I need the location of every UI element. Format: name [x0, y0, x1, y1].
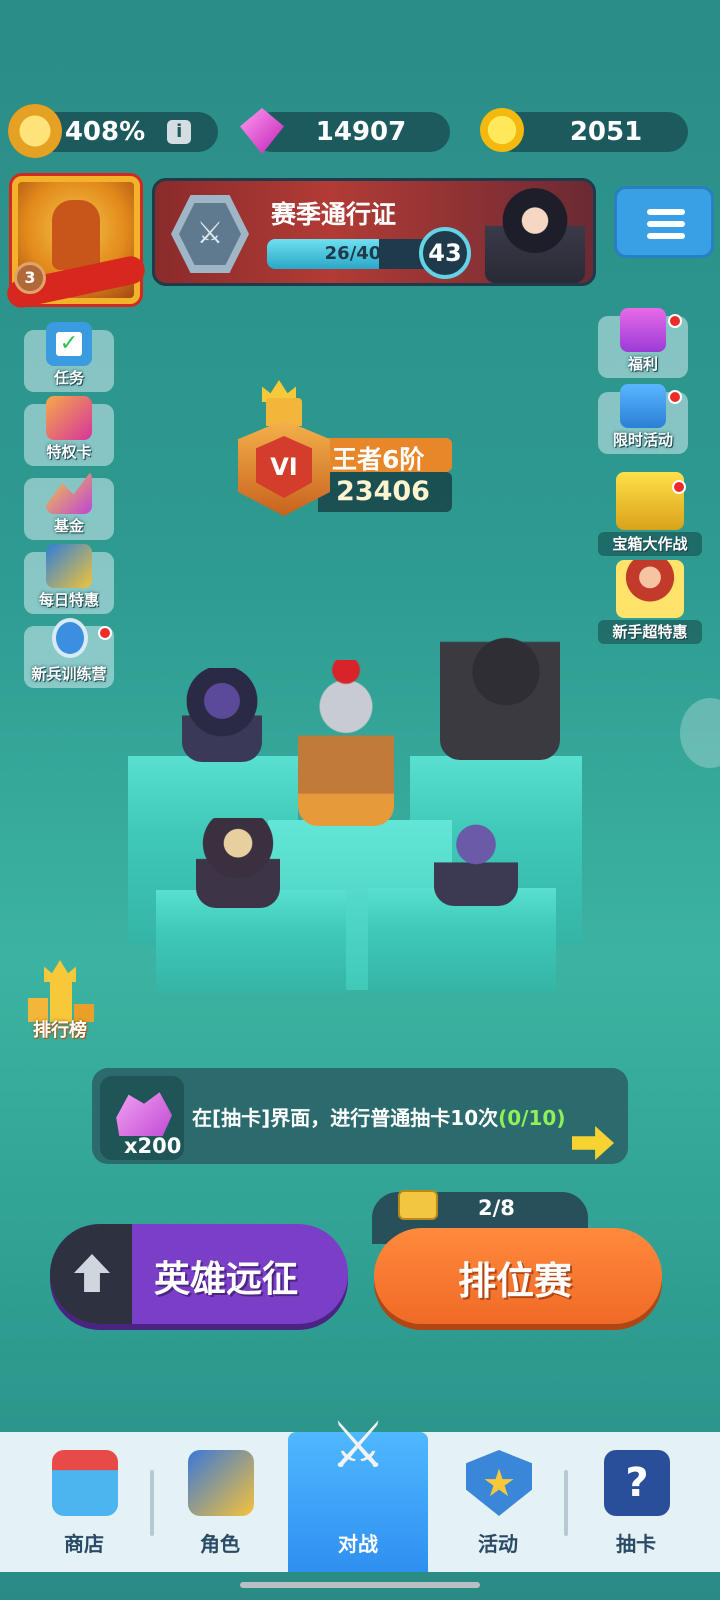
ranked-match-button[interactable]: 排位赛 — [374, 1228, 662, 1324]
star-shield-icon: ★ — [466, 1450, 532, 1516]
goblin-hero[interactable] — [434, 818, 518, 906]
vip-card-icon — [46, 396, 92, 440]
notification-dot — [668, 390, 682, 404]
nav-gacha-label: 抽卡 — [616, 1532, 656, 1556]
gem-chart-icon — [46, 470, 92, 514]
clipboard-check-icon: ✓ — [46, 322, 92, 366]
quest-text: 在[抽卡]界面，进行普通抽卡10次(0/10) — [192, 1102, 565, 1131]
newbie-deal-label: 新手超特惠 — [598, 620, 702, 644]
pass-title: 赛季通行证 — [271, 200, 397, 229]
gems-value: 14907 — [315, 117, 407, 147]
expedition-label: 英雄远征 — [154, 1259, 299, 1300]
welfare-button[interactable]: 福利 — [598, 308, 688, 378]
assassin-hero[interactable] — [196, 818, 280, 908]
hamburger-line — [647, 221, 685, 227]
treasure-gift-icon — [46, 544, 92, 588]
season-pass-banner[interactable]: ⚔ 赛季通行证 26/40 43 — [152, 178, 596, 286]
menu-button[interactable] — [614, 186, 714, 258]
side-scroll-handle[interactable] — [680, 698, 720, 768]
power-crown-icon — [8, 104, 62, 158]
newbie-hero-icon — [616, 560, 684, 618]
recruit-camp-button[interactable]: 新兵训练营 — [24, 618, 114, 688]
privilege-card-button[interactable]: 特权卡 — [24, 396, 114, 466]
welfare-label: 福利 — [627, 355, 658, 373]
home-indicator[interactable] — [240, 1582, 480, 1588]
reaper-hero[interactable] — [440, 590, 560, 760]
nav-battle-label: 对战 — [338, 1532, 378, 1556]
pass-progress-text: 26/40 — [324, 243, 382, 264]
newbie-deal-button[interactable]: 新手超特惠 — [598, 560, 702, 644]
ticket-count: 2/8 — [478, 1196, 515, 1220]
pass-level: 43 — [419, 227, 471, 279]
nav-character-label: 角色 — [200, 1532, 240, 1556]
notification-dot — [672, 480, 686, 494]
info-icon[interactable]: i — [167, 120, 192, 144]
expedition-arrow-panel — [50, 1224, 132, 1324]
quest-reward-qty: x200 — [124, 1134, 182, 1158]
nav-battle[interactable]: ⚔ 对战 — [288, 1409, 428, 1572]
recruit-camp-label: 新兵训练营 — [31, 665, 107, 683]
ranked-label: 排位赛 — [458, 1259, 573, 1303]
guitarist-character — [485, 187, 585, 283]
clock-gift-icon — [620, 384, 666, 428]
nav-shop[interactable]: 商店 — [14, 1432, 154, 1572]
fund-button[interactable]: 基金 — [24, 470, 114, 540]
crossed-swords-icon: ⚔ — [329, 1409, 387, 1483]
chest-battle-button[interactable]: 宝箱大作战 — [598, 472, 702, 556]
daily-deal-label: 每日特惠 — [38, 591, 99, 609]
hamburger-line — [647, 209, 685, 215]
nav-activity-label: 活动 — [478, 1532, 518, 1556]
nav-activity[interactable]: ★ 活动 — [428, 1432, 568, 1572]
character-cards-icon — [188, 1450, 254, 1516]
ticket-icon — [398, 1190, 438, 1220]
daily-deal-button[interactable]: 每日特惠 — [24, 544, 114, 614]
notification-dot — [668, 314, 682, 328]
coin-icon — [480, 108, 524, 152]
arrow-up-icon — [74, 1254, 110, 1292]
avatar-level-badge: 3 — [14, 262, 46, 294]
limited-event-label: 限时活动 — [612, 431, 673, 449]
tasks-button[interactable]: ✓ 任务 — [24, 322, 114, 392]
medal-icon — [52, 618, 88, 658]
gems-pill[interactable]: 14907 — [252, 112, 450, 152]
nav-gacha[interactable]: ? 抽卡 — [566, 1432, 706, 1572]
gift-box-icon — [620, 308, 666, 352]
fund-label: 基金 — [53, 517, 84, 535]
privilege-card-label: 特权卡 — [46, 443, 92, 461]
pass-progress-bar: 26/40 — [267, 239, 439, 269]
mystery-card-icon: ? — [604, 1450, 670, 1516]
shop-icon — [52, 1450, 118, 1516]
hamburger-line — [647, 233, 685, 239]
quest-description: 在[抽卡]界面，进行普通抽卡10次 — [192, 1106, 499, 1130]
knight-emblem-icon — [52, 200, 100, 270]
rank-title: 王者6阶 — [332, 445, 425, 474]
knight-hero[interactable] — [298, 660, 394, 826]
archer-hero[interactable] — [182, 668, 262, 762]
nav-character[interactable]: 角色 — [150, 1432, 290, 1572]
notification-dot — [98, 626, 112, 640]
chest-battle-label: 宝箱大作战 — [598, 532, 702, 556]
nav-shop-label: 商店 — [64, 1532, 104, 1556]
leaderboard-label[interactable]: 排行榜 — [20, 1016, 100, 1042]
quest-progress: (0/10) — [498, 1106, 566, 1130]
tasks-label: 任务 — [53, 369, 84, 387]
power-value: 408% — [64, 117, 146, 147]
hero-expedition-button[interactable]: 英雄远征 — [50, 1224, 348, 1324]
limited-event-button[interactable]: 限时活动 — [598, 384, 688, 454]
rank-score: 23406 — [336, 476, 430, 507]
coins-value: 2051 — [569, 117, 643, 147]
